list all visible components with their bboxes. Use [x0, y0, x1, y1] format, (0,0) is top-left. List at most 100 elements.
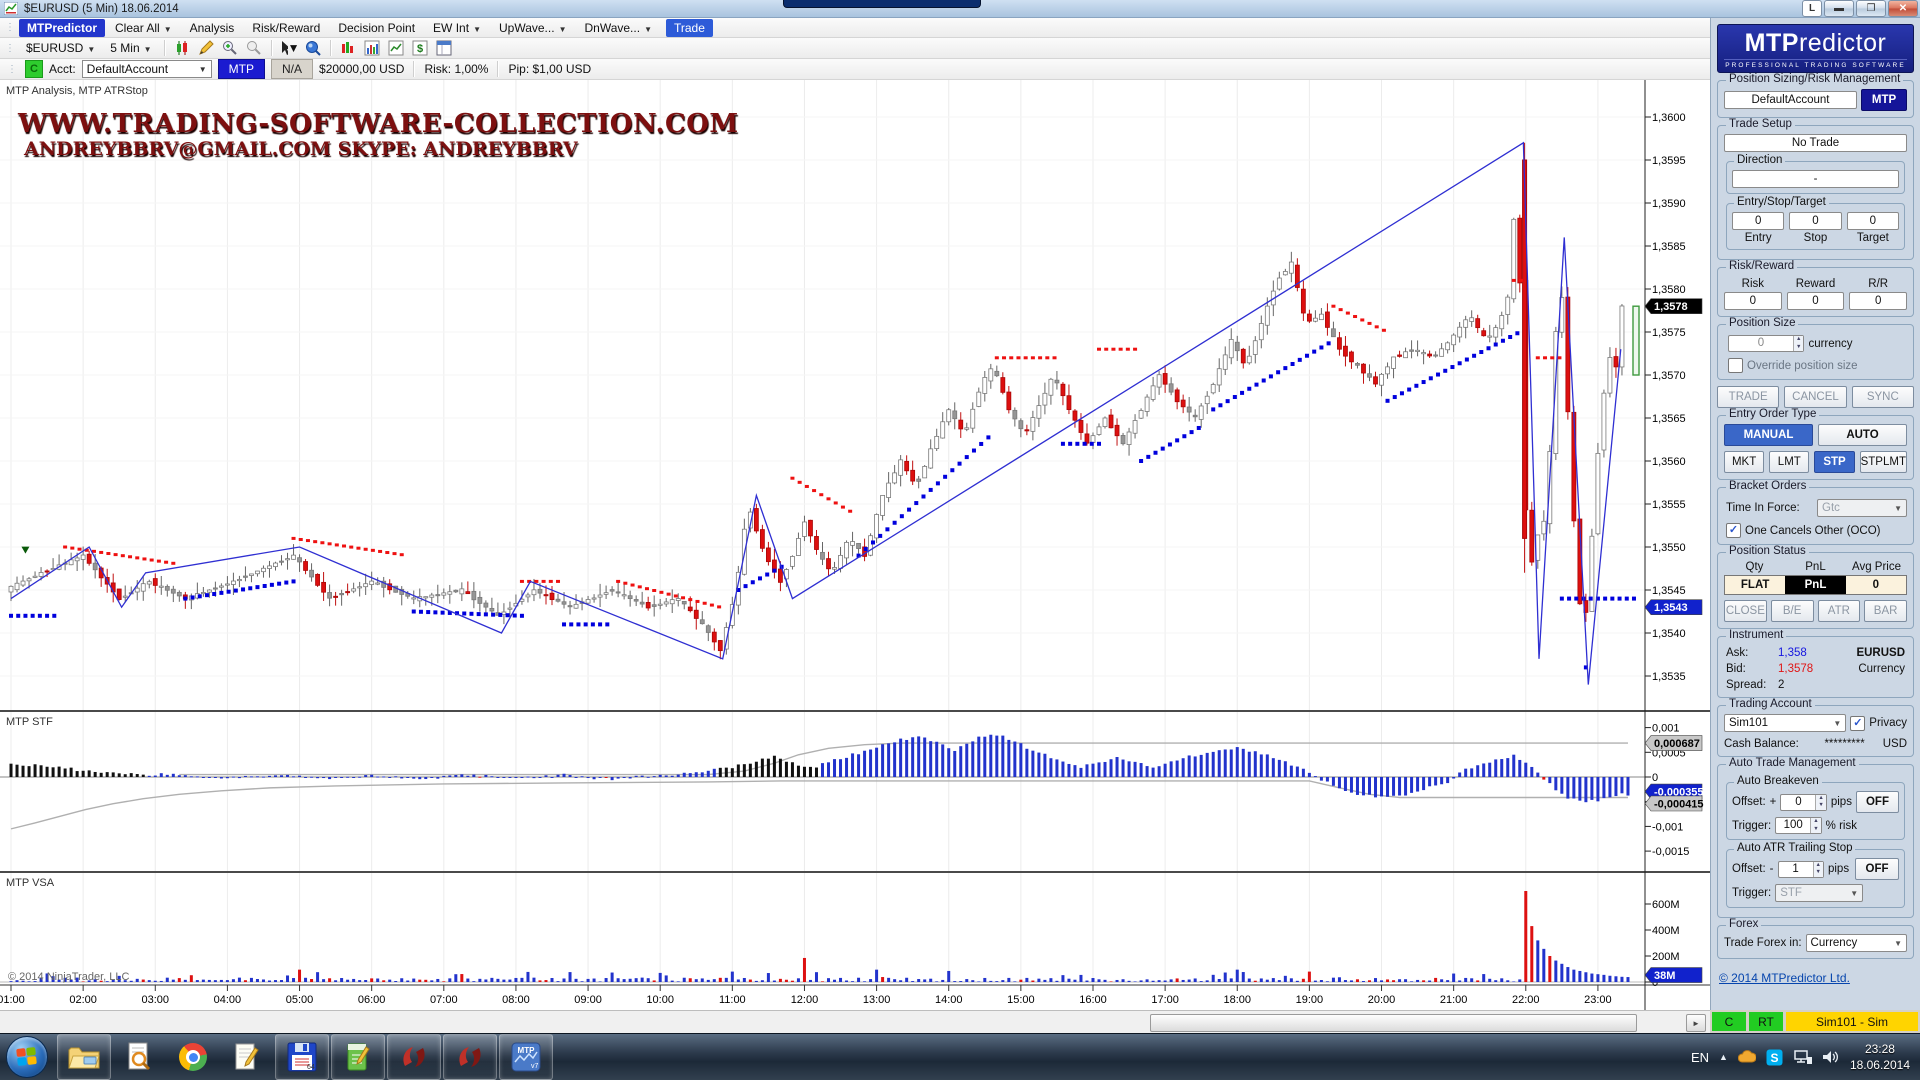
lmt-button[interactable]: LMT — [1769, 451, 1809, 473]
menu-decision-point[interactable]: Decision Point — [330, 19, 423, 37]
be-off-button[interactable]: OFF — [1856, 791, 1899, 813]
svg-text:MTP: MTP — [518, 1046, 536, 1055]
cash-balance-label: Cash Balance: — [1724, 738, 1820, 750]
menu-dnwave[interactable]: DnWave...▼ — [576, 19, 660, 37]
breakeven-button[interactable]: B/E — [1771, 600, 1814, 622]
taskbar-ninjatrader-button[interactable] — [443, 1034, 497, 1080]
cloud-icon[interactable] — [1738, 1048, 1756, 1066]
menu-upwave[interactable]: UpWave...▼ — [491, 19, 575, 37]
chart-canvas[interactable]: 1,36001,35951,35901,35851,35801,35751,35… — [0, 80, 1710, 1010]
mtp-button[interactable]: MTP — [218, 59, 265, 79]
spin-up-icon[interactable]: ▲ — [1794, 336, 1803, 344]
close-position-button[interactable]: CLOSE — [1724, 600, 1767, 622]
be-offset-spinner[interactable]: 0▲▼ — [1780, 794, 1826, 811]
account-bar: ⋮ C Acct: DefaultAccount▼ MTP N/A $20000… — [0, 59, 1710, 80]
panel-button[interactable] — [434, 39, 455, 58]
menu-analysis[interactable]: Analysis — [182, 19, 243, 37]
psrm-mtp-button[interactable]: MTP — [1861, 89, 1907, 111]
privacy-checkbox[interactable]: ✓ — [1850, 716, 1865, 731]
menu-ew-int[interactable]: EW Int▼ — [425, 19, 489, 37]
scrollbar-right-arrow[interactable]: ► — [1686, 1014, 1706, 1032]
volume-icon[interactable] — [1822, 1048, 1840, 1066]
symbol-selector[interactable]: $EURUSD▼ — [20, 40, 101, 56]
target-field[interactable]: 0 — [1847, 212, 1899, 230]
stop-field[interactable]: 0 — [1789, 212, 1841, 230]
taskbar-explorer-button[interactable] — [57, 1034, 111, 1080]
atr-button[interactable]: ATR — [1818, 600, 1861, 622]
menu-mtpredictor[interactable]: MTPredictor — [19, 19, 105, 37]
mtpredictor-copyright-link[interactable]: © 2014 MTPredictor Ltd. — [1719, 971, 1912, 985]
ninjatrader-copyright: © 2014 NinjaTrader, LLC — [8, 971, 129, 983]
entry-field[interactable]: 0 — [1732, 212, 1784, 230]
stp-button[interactable]: STP — [1814, 451, 1854, 473]
mkt-button[interactable]: MKT — [1724, 451, 1764, 473]
menu-risk-reward[interactable]: Risk/Reward — [244, 19, 328, 37]
network-icon[interactable] — [1794, 1048, 1812, 1066]
watermark-line2: ANDREYBBRV@GMAIL.COM SKYPE: ANDREYBBRV — [18, 139, 739, 160]
oco-checkbox[interactable]: ✓ — [1726, 523, 1741, 538]
trading-account-dropdown[interactable]: Sim101▼ — [1724, 714, 1846, 732]
override-checkbox[interactable] — [1728, 358, 1743, 373]
trade-button[interactable]: TRADE — [1717, 386, 1779, 408]
connection-indicator[interactable]: C — [25, 60, 43, 78]
atr-trigger-dropdown[interactable]: STF▼ — [1775, 884, 1863, 902]
atr-off-button[interactable]: OFF — [1855, 858, 1899, 880]
bar-button[interactable]: BAR — [1864, 600, 1907, 622]
close-button[interactable]: ✕ — [1888, 0, 1918, 17]
language-indicator[interactable]: EN — [1691, 1050, 1709, 1065]
chevron-down-icon: ▼ — [644, 25, 652, 34]
start-button[interactable] — [6, 1036, 48, 1078]
be-trigger-spinner[interactable]: 100▲▼ — [1775, 817, 1821, 834]
psrm-account-field[interactable]: DefaultAccount — [1724, 91, 1857, 109]
taskbar-notes-button[interactable] — [331, 1034, 385, 1080]
minimize-button[interactable]: ▬ — [1824, 0, 1854, 17]
taskbar-search-button[interactable] — [113, 1035, 165, 1079]
chevron-down-icon: ▼ — [288, 41, 300, 55]
taskbar-notepad-button[interactable] — [221, 1035, 273, 1079]
na-button[interactable]: N/A — [271, 59, 313, 79]
taskbar-clock[interactable]: 23:28 18.06.2014 — [1850, 1041, 1910, 1073]
svg-text:400M: 400M — [1652, 925, 1680, 937]
columns-button[interactable] — [338, 39, 359, 58]
atr-pips-label: pips — [1828, 863, 1849, 875]
taskbar-floppy64-button[interactable]: 64 — [275, 1034, 329, 1080]
svg-text:200M: 200M — [1652, 951, 1680, 963]
cursor-button[interactable]: ▼ — [279, 39, 300, 58]
bar-chart-button[interactable] — [362, 39, 383, 58]
find-button[interactable] — [303, 39, 324, 58]
l-button[interactable]: L — [1802, 0, 1822, 17]
scrollbar-thumb[interactable] — [1150, 1014, 1637, 1032]
zoom-in-button[interactable] — [220, 39, 241, 58]
line-chart-button[interactable] — [386, 39, 407, 58]
target-label: Target — [1847, 232, 1899, 244]
atr-offset-spinner[interactable]: 1▲▼ — [1778, 861, 1824, 878]
mtp-v7-icon: MTPv7 — [511, 1042, 541, 1072]
sync-button[interactable]: SYNC — [1852, 386, 1914, 408]
restore-button[interactable]: ❐ — [1856, 0, 1886, 17]
interval-selector[interactable]: 5 Min▼ — [104, 40, 157, 56]
trade-forex-dropdown[interactable]: Currency▼ — [1806, 934, 1907, 952]
svg-text:1,3600: 1,3600 — [1652, 112, 1686, 124]
account-selector[interactable]: DefaultAccount▼ — [82, 60, 212, 78]
chart-style-button[interactable] — [172, 39, 193, 58]
status-connection: C — [1712, 1012, 1746, 1031]
taskbar-mtpredictor-button[interactable]: MTPv7 — [499, 1034, 553, 1080]
pnl-value: PnL — [1785, 576, 1845, 594]
tray-expand-icon[interactable]: ▲ — [1719, 1052, 1728, 1062]
menu-trade[interactable]: Trade — [666, 19, 713, 37]
cancel-button[interactable]: CANCEL — [1784, 386, 1846, 408]
position-size-spinner[interactable]: 0 ▲▼ — [1728, 335, 1804, 352]
auto-button[interactable]: AUTO — [1818, 424, 1907, 446]
skype-icon[interactable]: S — [1766, 1048, 1784, 1066]
taskbar-chrome-button[interactable] — [167, 1035, 219, 1079]
menu-clear-all[interactable]: Clear All▼ — [107, 19, 180, 37]
tif-dropdown[interactable]: Gtc▼ — [1817, 499, 1907, 517]
zoom-out-button[interactable] — [244, 39, 265, 58]
taskbar-ninjatrader-button[interactable] — [387, 1034, 441, 1080]
draw-button[interactable] — [196, 39, 217, 58]
stplmt-button[interactable]: STPLMT — [1860, 451, 1907, 473]
spin-down-icon[interactable]: ▼ — [1794, 344, 1803, 352]
horizontal-scrollbar[interactable]: ► — [0, 1010, 1710, 1033]
manual-button[interactable]: MANUAL — [1724, 424, 1813, 446]
dollar-button[interactable]: $ — [410, 39, 431, 58]
